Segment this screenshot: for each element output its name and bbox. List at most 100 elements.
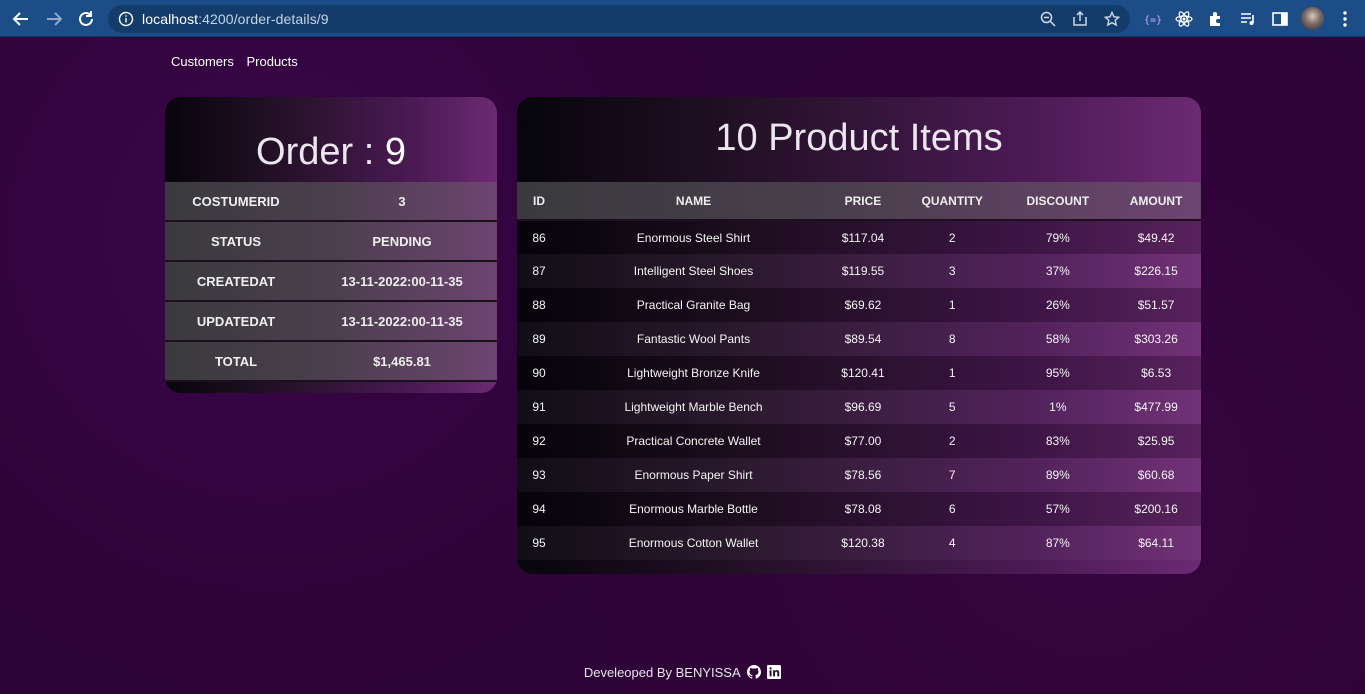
column-header-amount: AMOUNT	[1129, 193, 1183, 208]
table-row: 95 Enormous Cotton Wallet $120.38 4 87% $64.1…	[517, 526, 1201, 560]
url-text: localhost:4200/order-details/9	[142, 11, 329, 27]
cell-discount: 87%	[1045, 536, 1070, 550]
svg-text:{=}: {=}	[1144, 15, 1161, 26]
order-field-label: COSTUMERID	[192, 193, 280, 209]
cell-quantity: 8	[948, 332, 956, 346]
cell-amount: $226.15	[1134, 264, 1178, 278]
order-row-total: TOTAL $1,465.81	[165, 342, 497, 382]
cell-quantity: 1	[948, 298, 956, 312]
top-navigation: Customers Products	[171, 54, 307, 69]
cell-id: 89	[532, 332, 546, 346]
cell-price: $117.04	[841, 230, 885, 245]
back-button[interactable]	[9, 7, 33, 31]
nav-link-customers[interactable]: Customers	[171, 54, 234, 69]
table-row: 90 Lightweight Bronze Knife $120.41 1 95% $6.…	[517, 356, 1201, 390]
cell-quantity: 3	[948, 264, 956, 278]
order-summary-card: Order : 9 COSTUMERID 3 STATUS PENDING CR…	[165, 97, 497, 393]
column-header-id: ID	[533, 193, 545, 208]
cell-name: Fantastic Wool Pants	[636, 332, 751, 346]
reload-icon	[79, 11, 93, 26]
cell-name: Practical Concrete Wallet	[626, 434, 761, 448]
cell-amount: $49.42	[1137, 230, 1175, 245]
react-devtools-icon[interactable]	[1175, 10, 1193, 28]
order-field-value: PENDING	[372, 233, 432, 249]
media-control-icon[interactable]	[1239, 10, 1257, 28]
star-icon[interactable]	[1104, 11, 1120, 27]
column-header-price: PRICE	[844, 193, 882, 208]
order-row-created-at: CREATEDAT 13-11-2022:00-11-35	[165, 262, 497, 302]
cell-price: $120.41	[841, 366, 885, 380]
column-header-name: NAME	[675, 193, 712, 208]
product-items-table: ID NAME PRICE QUANTITY DISCOUNT AMOUNT 8…	[517, 182, 1201, 560]
cell-discount: 37%	[1045, 264, 1070, 278]
order-id: 9	[384, 131, 406, 173]
cell-name: Lightweight Bronze Knife	[627, 366, 760, 380]
table-row: 86 Enormous Steel Shirt $117.04 2 79% $49.42	[517, 220, 1201, 254]
cell-name: Enormous Marble Bottle	[629, 502, 758, 516]
side-panel-icon[interactable]	[1271, 10, 1289, 28]
footer-credit: Develeoped By BENYISSA	[583, 665, 740, 680]
cell-amount: $303.26	[1134, 332, 1178, 346]
cell-id: 91	[532, 400, 546, 414]
order-row-updated-at: UPDATEDAT 13-11-2022:00-11-35	[165, 302, 497, 342]
product-items-card: 10 Product Items ID NAME PRICE QUANTITY …	[517, 97, 1201, 574]
product-items-title: 10 Product Items	[715, 117, 1003, 159]
nav-link-products[interactable]: Products	[246, 54, 297, 69]
cell-quantity: 6	[948, 502, 956, 516]
cell-name: Enormous Paper Shirt	[634, 468, 753, 482]
order-field-label: UPDATEDAT	[196, 313, 276, 329]
share-icon[interactable]	[1072, 11, 1088, 27]
cell-discount: 26%	[1045, 298, 1070, 312]
reload-button[interactable]	[74, 7, 98, 31]
product-items-body: 86 Enormous Steel Shirt $117.04 2 79% $49.42 8…	[517, 220, 1201, 560]
info-icon[interactable]	[118, 11, 134, 27]
cell-price: $96.69	[844, 400, 882, 414]
profile-avatar[interactable]	[1301, 7, 1324, 30]
cell-discount: 89%	[1045, 468, 1070, 482]
cell-id: 95	[532, 536, 546, 550]
cell-id: 87	[532, 264, 546, 278]
order-row-status: STATUS PENDING	[165, 222, 497, 262]
json-extension-icon[interactable]: {=}	[1143, 10, 1161, 28]
cell-price: $120.38	[841, 536, 885, 550]
more-menu-icon[interactable]	[1336, 10, 1354, 28]
cell-name: Lightweight Marble Bench	[624, 400, 763, 414]
cell-amount: $51.57	[1137, 298, 1175, 312]
table-header-row: ID NAME PRICE QUANTITY DISCOUNT AMOUNT	[517, 182, 1201, 220]
table-row: 93 Enormous Paper Shirt $78.56 7 89% $60.68	[517, 458, 1201, 492]
order-field-value: 13-11-2022:00-11-35	[341, 313, 463, 329]
order-title-label: Order :	[256, 131, 385, 173]
browser-toolbar: localhost:4200/order-details/9 {=}	[0, 0, 1365, 37]
cell-amount: $6.53	[1141, 366, 1172, 380]
forward-button[interactable]	[42, 7, 66, 31]
cell-price: $78.56	[844, 468, 882, 482]
cell-discount: 57%	[1045, 502, 1070, 516]
arrow-right-icon	[47, 12, 63, 26]
zoom-icon[interactable]	[1040, 11, 1056, 27]
cell-id: 90	[532, 366, 546, 380]
cell-quantity: 5	[948, 400, 956, 414]
cell-discount: 95%	[1045, 366, 1070, 380]
order-field-label: TOTAL	[214, 353, 258, 369]
order-field-label: CREATEDAT	[196, 273, 276, 289]
cell-id: 86	[532, 230, 546, 245]
order-title: Order : 9	[165, 131, 497, 174]
extensions-icon[interactable]	[1207, 10, 1225, 28]
cell-name: Enormous Steel Shirt	[636, 230, 751, 245]
cell-discount: 83%	[1045, 434, 1070, 448]
column-header-discount: DISCOUNT	[1026, 193, 1090, 208]
linkedin-icon[interactable]	[767, 665, 782, 679]
cell-name: Intelligent Steel Shoes	[633, 264, 754, 278]
github-icon[interactable]	[746, 665, 761, 679]
cell-quantity: 4	[948, 536, 956, 550]
footer: Develeoped By BENYISSA	[0, 665, 1365, 680]
cell-amount: $64.11	[1138, 536, 1175, 550]
order-field-value: 3	[398, 193, 406, 209]
arrow-left-icon	[12, 12, 28, 26]
cell-price: $77.00	[844, 434, 882, 448]
cell-id: 92	[532, 434, 546, 448]
cell-name: Enormous Cotton Wallet	[628, 536, 759, 550]
address-bar[interactable]: localhost:4200/order-details/9	[108, 5, 1130, 33]
cell-discount: 79%	[1045, 230, 1070, 245]
cell-id: 94	[532, 502, 546, 516]
